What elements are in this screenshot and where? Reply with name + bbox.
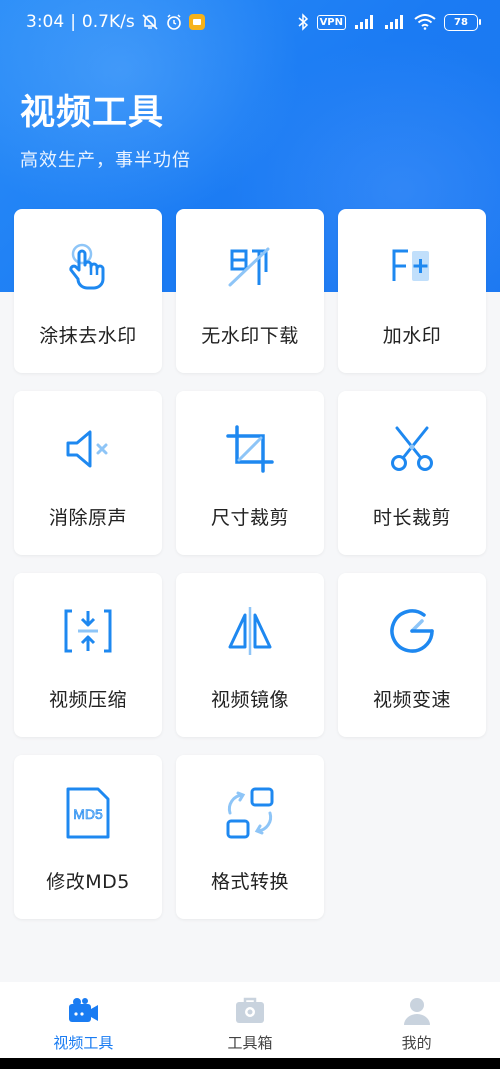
tool-label: 涂抹去水印 xyxy=(39,325,137,347)
hd-signal-icon xyxy=(354,14,376,30)
wifi-icon xyxy=(414,14,436,30)
compress-icon xyxy=(60,603,116,659)
camera-icon xyxy=(66,996,100,1026)
nav-video-tools[interactable]: 视频工具 xyxy=(0,982,167,1058)
tool-label: 格式转换 xyxy=(210,871,289,893)
tool-label: 无水印下载 xyxy=(201,325,299,347)
speed-gauge-icon xyxy=(384,603,440,659)
no-watermark-icon xyxy=(222,239,278,295)
svg-text:MD5: MD5 xyxy=(73,806,103,822)
status-bar: 3:04 | 0.7K/s VPN 78 xyxy=(0,0,500,44)
mute-speaker-icon xyxy=(60,421,116,477)
notification-app-icon xyxy=(188,14,205,30)
scissors-icon xyxy=(384,421,440,477)
network-speed: 0.7K/s xyxy=(81,12,135,32)
tool-remove-audio[interactable]: 消除原声 xyxy=(14,391,162,555)
tool-erase-watermark[interactable]: 涂抹去水印 xyxy=(14,209,162,373)
md5-file-icon: MD5 xyxy=(60,785,116,841)
nav-mine[interactable]: 我的 xyxy=(333,982,500,1058)
nav-label: 视频工具 xyxy=(53,1034,114,1052)
battery-indicator: 78 xyxy=(444,13,481,31)
tool-label: 消除原声 xyxy=(48,507,127,529)
bell-muted-icon xyxy=(141,13,159,31)
system-gesture-bar xyxy=(0,1058,500,1069)
person-icon xyxy=(400,996,434,1026)
tool-video-speed[interactable]: 视频变速 xyxy=(338,573,486,737)
tool-grid: 涂抹去水印 无水印下载 加水印 消除原声 尺寸裁剪 时长裁剪 视频压缩 视频镜像… xyxy=(14,209,486,919)
format-convert-icon xyxy=(222,785,278,841)
status-time: 3:04 xyxy=(26,12,65,32)
tool-label: 尺寸裁剪 xyxy=(210,507,289,529)
add-watermark-icon xyxy=(384,239,440,295)
tool-duration-trim[interactable]: 时长裁剪 xyxy=(338,391,486,555)
nav-toolbox[interactable]: 工具箱 xyxy=(167,982,334,1058)
nav-label: 工具箱 xyxy=(227,1034,273,1052)
tap-hand-icon xyxy=(60,239,116,295)
tool-video-mirror[interactable]: 视频镜像 xyxy=(176,573,324,737)
bottom-nav: 视频工具 工具箱 我的 xyxy=(0,982,500,1058)
mirror-icon xyxy=(222,603,278,659)
vpn-badge: VPN xyxy=(316,14,346,30)
tool-size-crop[interactable]: 尺寸裁剪 xyxy=(176,391,324,555)
page-title: 视频工具 xyxy=(20,93,165,133)
alarm-icon xyxy=(165,13,183,31)
bluetooth-icon xyxy=(297,13,309,31)
tool-label: 视频压缩 xyxy=(48,689,127,711)
tool-label: 修改MD5 xyxy=(46,871,130,893)
tool-no-watermark-download[interactable]: 无水印下载 xyxy=(176,209,324,373)
tool-modify-md5[interactable]: MD5 修改MD5 xyxy=(14,755,162,919)
signal-icon xyxy=(384,14,406,30)
toolbox-icon xyxy=(233,996,267,1026)
nav-label: 我的 xyxy=(401,1034,432,1052)
tool-format-convert[interactable]: 格式转换 xyxy=(176,755,324,919)
tool-add-watermark[interactable]: 加水印 xyxy=(338,209,486,373)
tool-label: 时长裁剪 xyxy=(372,507,451,529)
crop-icon xyxy=(222,421,278,477)
tool-video-compress[interactable]: 视频压缩 xyxy=(14,573,162,737)
tool-label: 视频镜像 xyxy=(210,689,289,711)
page-subtitle: 高效生产，事半功倍 xyxy=(20,150,191,171)
tool-label: 加水印 xyxy=(382,325,442,347)
tool-label: 视频变速 xyxy=(372,689,451,711)
